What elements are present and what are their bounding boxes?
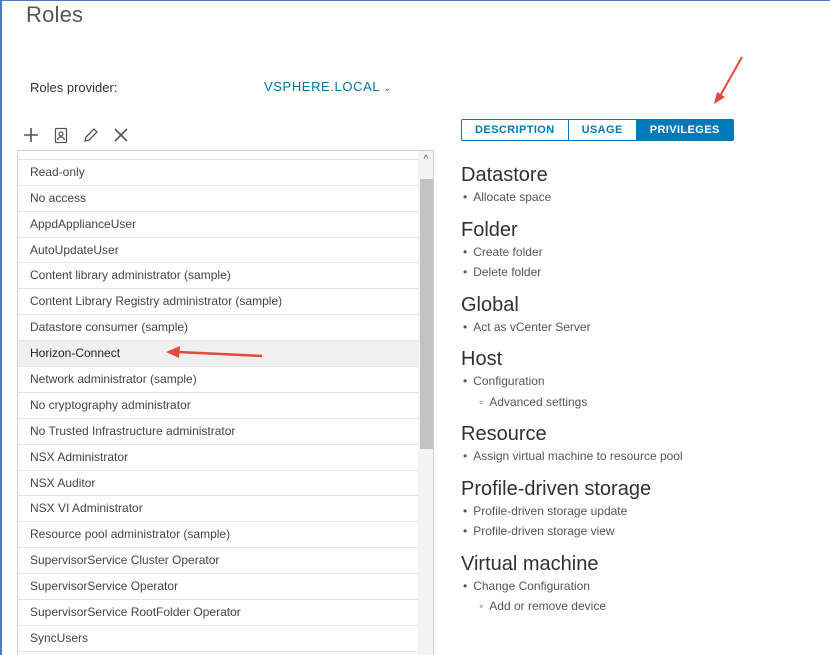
privilege-subitem: Advanced settings	[461, 392, 821, 413]
list-item-role[interactable]: AppdApplianceUser	[18, 212, 418, 238]
privilege-item: Delete folder	[461, 262, 821, 283]
roles-list: Administrator Read-only No access AppdAp…	[17, 150, 434, 655]
roles-provider-value: VSPHERE.LOCAL	[264, 79, 381, 94]
chevron-down-icon: ⌄	[383, 83, 393, 94]
privilege-group-title: Profile-driven storage	[461, 477, 652, 500]
list-item-role[interactable]: Content Library Registry administrator (…	[18, 289, 418, 316]
list-item-role[interactable]: AutoUpdateUser	[18, 238, 418, 264]
list-item-role[interactable]: Read-only	[18, 160, 418, 186]
privilege-group-title: Host	[461, 348, 503, 370]
privilege-group-title: Virtual machine	[461, 552, 599, 575]
roles-toolbar	[22, 123, 130, 147]
privilege-group-title: Folder	[461, 218, 518, 241]
add-icon[interactable]	[22, 125, 40, 145]
clone-icon[interactable]	[52, 125, 70, 145]
list-item-role[interactable]: No access	[18, 186, 418, 212]
delete-icon[interactable]	[112, 125, 130, 145]
privilege-item: Allocate space	[461, 187, 821, 208]
list-item-role[interactable]: Content library administrator (sample)	[18, 263, 418, 290]
privilege-item: Create folder	[461, 242, 821, 263]
chevron-up-icon[interactable]: ^	[418, 151, 433, 167]
privilege-subitem: Add or remove device	[461, 596, 821, 617]
tab-usage[interactable]: USAGE	[569, 120, 637, 140]
list-item-role[interactable]: No Trusted Infrastructure administrator	[18, 419, 418, 445]
roles-provider-dropdown[interactable]: VSPHERE.LOCAL ⌄	[264, 79, 392, 94]
page-title: Roles	[26, 2, 84, 27]
list-item-role[interactable]: SupervisorService Cluster Operator	[18, 548, 418, 575]
privileges-panel: Datastore Allocate space Folder Create f…	[461, 163, 821, 617]
list-item-role[interactable]: Network administrator (sample)	[18, 367, 418, 393]
list-item-role-selected[interactable]: Horizon-Connect	[18, 341, 418, 368]
list-item-role[interactable]: Datastore consumer (sample)	[18, 315, 418, 342]
privilege-group-title: Global	[461, 293, 519, 316]
list-item-role[interactable]: SyncUsers	[18, 626, 418, 652]
list-item-role[interactable]: Resource pool administrator (sample)	[18, 522, 418, 549]
list-item-role[interactable]: SupervisorService Operator	[18, 574, 418, 601]
privilege-item: Profile-driven storage update	[461, 501, 821, 522]
privilege-item: Profile-driven storage view	[461, 521, 821, 542]
privilege-item: Configuration	[461, 371, 821, 392]
list-item-role[interactable]: NSX Auditor	[18, 471, 418, 497]
scrollbar-thumb[interactable]	[420, 179, 433, 449]
privilege-item: Act as vCenter Server	[461, 317, 821, 338]
roles-list-scrollbar[interactable]: ^	[418, 151, 433, 655]
list-item-role[interactable]: NSX Administrator	[18, 445, 418, 471]
edit-icon[interactable]	[82, 125, 100, 145]
roles-list-items: Administrator Read-only No access AppdAp…	[18, 151, 418, 652]
privilege-item: Assign virtual machine to resource pool	[461, 446, 821, 467]
roles-provider-label: Roles provider:	[30, 80, 118, 95]
list-item-role[interactable]: SupervisorService RootFolder Operator	[18, 600, 418, 626]
privilege-group-title: Resource	[461, 423, 547, 445]
list-item-role[interactable]: Administrator	[18, 151, 418, 160]
role-detail-tabs: DESCRIPTION USAGE PRIVILEGES	[461, 119, 734, 141]
tab-privileges[interactable]: PRIVILEGES	[636, 120, 733, 140]
list-item-role[interactable]: No cryptography administrator	[18, 393, 418, 419]
privilege-item: Change Configuration	[461, 576, 821, 597]
list-item-role[interactable]: NSX VI Administrator	[18, 496, 418, 523]
tab-description[interactable]: DESCRIPTION	[462, 120, 569, 140]
privilege-group-title: Datastore	[461, 164, 548, 186]
